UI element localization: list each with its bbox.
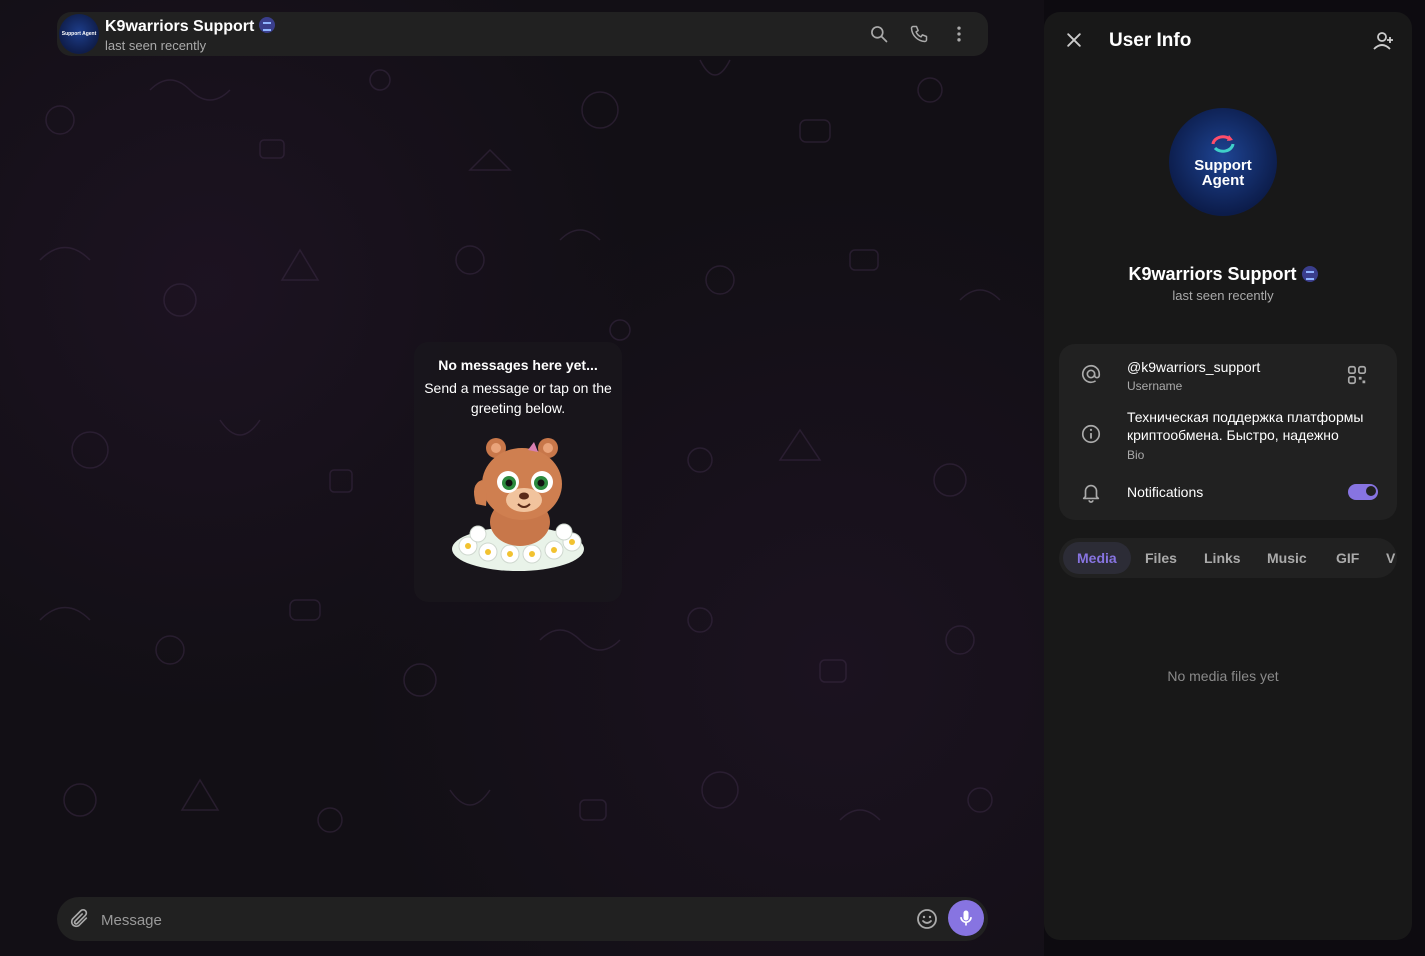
media-tabs: Media Files Links Music GIF V (1059, 538, 1397, 578)
tab-links[interactable]: Links (1204, 538, 1241, 578)
avatar-line-2: Agent (1201, 172, 1245, 189)
tab-media[interactable]: Media (1077, 538, 1117, 578)
bio-line-1: Техническая поддержка платформы (1127, 409, 1364, 425)
tab-gif[interactable]: GIF (1336, 538, 1359, 578)
profile-name: K9warriors Support (1044, 264, 1402, 285)
greeting-sticker[interactable] (448, 434, 588, 574)
profile-avatar[interactable]: Support Agent (1169, 108, 1277, 216)
message-composer (57, 897, 988, 943)
emoji-icon[interactable] (915, 907, 939, 931)
profile-status: last seen recently (1172, 288, 1274, 303)
avatar[interactable]: Support Agent (59, 14, 99, 54)
more-button[interactable] (945, 20, 973, 48)
bio-text[interactable]: Техническая поддержка платформы криптооб… (1127, 408, 1363, 444)
at-icon (1079, 362, 1103, 386)
username-value[interactable]: @k9warriors_support (1127, 358, 1260, 376)
more-icon (957, 26, 961, 42)
add-contact-icon[interactable] (1370, 29, 1394, 53)
no-media-text: No media files yet (1167, 668, 1279, 684)
close-icon[interactable] (1064, 30, 1084, 50)
tab-voice[interactable]: V (1386, 538, 1395, 578)
attach-icon[interactable] (68, 908, 90, 930)
info-card: @k9warriors_support Username Техническая… (1059, 344, 1397, 520)
tab-files[interactable]: Files (1145, 538, 1177, 578)
panel-title: User Info (1109, 30, 1192, 51)
tab-music[interactable]: Music (1267, 538, 1307, 578)
logo-arrows-icon (1211, 135, 1235, 153)
qr-icon[interactable] (1346, 364, 1368, 386)
chat-header[interactable]: Support Agent K9warriors Support last se… (57, 12, 988, 56)
verified-icon (259, 17, 276, 33)
notifications-toggle[interactable] (1348, 484, 1378, 500)
verified-icon (1301, 266, 1318, 282)
user-info-panel: User Info Support Agent K9warriors Suppo… (1044, 12, 1412, 940)
mic-icon (960, 910, 972, 926)
avatar-logo-text: Support Agent (1169, 158, 1277, 188)
empty-title: No messages here yet... (438, 357, 598, 373)
avatar-text: Support Agent (61, 30, 97, 37)
chat-title: K9warriors Support (105, 17, 276, 36)
chat-status: last seen recently (105, 38, 207, 53)
message-input[interactable] (99, 897, 903, 943)
profile-name-text: K9warriors Support (1128, 264, 1297, 284)
bell-icon (1079, 480, 1103, 504)
empty-subtitle: Send a message or tap on the greeting be… (424, 380, 612, 416)
chat-name: K9warriors Support (105, 18, 255, 35)
search-button[interactable] (865, 20, 893, 48)
voice-record-button[interactable] (948, 900, 984, 936)
phone-icon (910, 25, 928, 43)
search-icon (871, 26, 888, 43)
info-icon (1079, 422, 1103, 446)
call-button[interactable] (905, 20, 933, 48)
bio-line-2: криптообмена. Быстро, надежно (1127, 427, 1339, 443)
username-label: Username (1127, 379, 1183, 393)
empty-chat-card: No messages here yet... Send a message o… (414, 342, 622, 602)
bio-label: Bio (1127, 448, 1145, 462)
notifications-label: Notifications (1127, 484, 1204, 500)
